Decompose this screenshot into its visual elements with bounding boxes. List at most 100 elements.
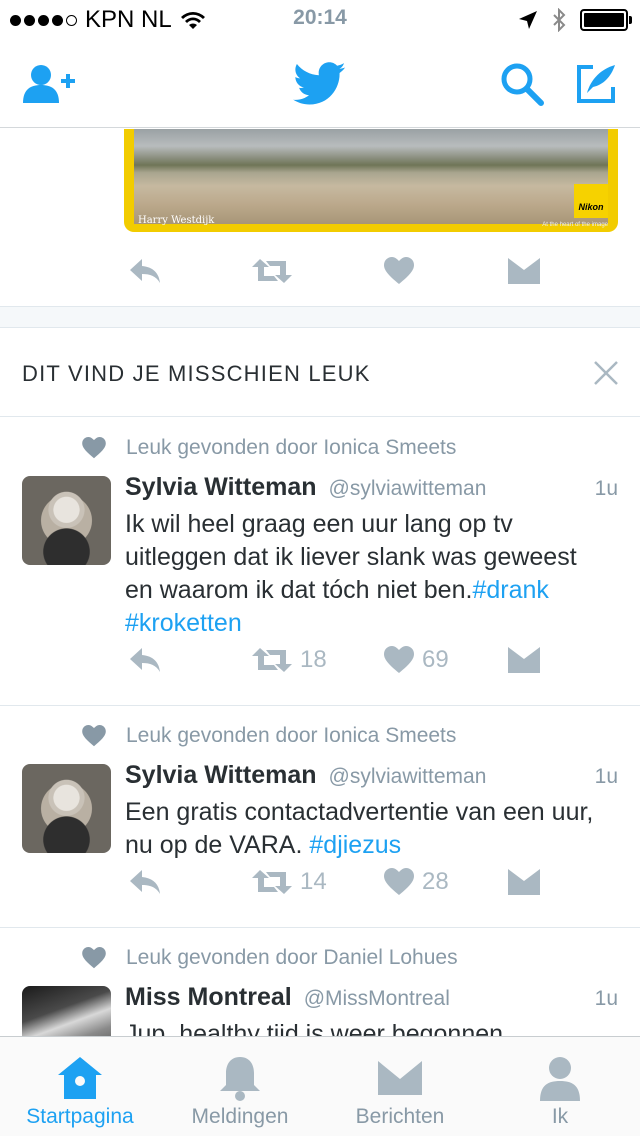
reply-button[interactable]	[128, 862, 162, 902]
twitter-bird-icon	[293, 62, 346, 105]
twitter-logo[interactable]	[292, 58, 348, 110]
envelope-icon	[508, 647, 540, 673]
nikon-logo: Nikon	[574, 184, 608, 218]
reply-button[interactable]	[128, 251, 162, 291]
home-icon	[58, 1057, 102, 1099]
direct-message-button[interactable]	[508, 251, 540, 291]
author-name[interactable]: Sylvia Witteman	[125, 761, 317, 790]
tab-label: Ik	[551, 1105, 569, 1128]
reply-icon	[130, 259, 160, 283]
tab-me[interactable]: Ik	[480, 1037, 640, 1136]
add-user-icon	[23, 65, 75, 103]
envelope-icon	[508, 258, 540, 284]
retweet-icon	[252, 648, 292, 672]
retweet-icon	[252, 259, 292, 283]
like-button[interactable]: 28	[384, 862, 449, 902]
tab-label: Meldingen	[191, 1105, 289, 1128]
location-arrow-icon	[519, 11, 537, 29]
retweet-count: 18	[300, 646, 327, 673]
tweet-actions	[124, 251, 564, 291]
tweet-actions: 14 28	[124, 862, 564, 902]
liked-by-text: Leuk gevonden door Ionica Smeets	[126, 724, 457, 747]
tweet-text: Een gratis contactadvertentie van een uu…	[125, 796, 605, 862]
tweet-header: Miss Montreal @MissMontreal 1u	[125, 983, 618, 1012]
nikon-tagline: At the heart of the image	[542, 222, 608, 228]
battery-icon	[580, 9, 632, 31]
reply-button[interactable]	[128, 640, 162, 680]
status-right	[518, 8, 632, 32]
envelope-icon	[508, 869, 540, 895]
hashtag-link[interactable]: #djiezus	[309, 831, 401, 859]
avatar[interactable]	[22, 476, 111, 565]
author-name[interactable]: Sylvia Witteman	[125, 473, 317, 502]
tweet-text: Ik wil heel graag een uur lang op tv uit…	[125, 508, 605, 640]
direct-message-button[interactable]	[508, 640, 540, 680]
reply-icon	[130, 870, 160, 894]
direct-message-button[interactable]	[508, 862, 540, 902]
avatar[interactable]	[22, 986, 111, 1036]
liked-by-text: Leuk gevonden door Ionica Smeets	[126, 436, 457, 459]
bell-icon	[220, 1057, 260, 1101]
tweet-card[interactable]: Leuk gevonden door Ionica Smeets Sylvia …	[0, 418, 640, 706]
avatar[interactable]	[22, 764, 111, 853]
tweet-timestamp: 1u	[594, 477, 618, 500]
status-bar: KPN NL 20:14	[0, 0, 640, 40]
heart-icon	[82, 437, 106, 459]
tweet-actions: 18 69	[124, 640, 564, 680]
like-count: 28	[422, 868, 449, 895]
retweet-icon	[252, 870, 292, 894]
tab-home[interactable]: Startpagina	[0, 1037, 160, 1136]
media-caption: Harry Westdijk	[138, 215, 215, 226]
section-divider	[0, 306, 640, 328]
reply-icon	[130, 648, 160, 672]
liked-by-context: Leuk gevonden door Daniel Lohues	[82, 946, 458, 970]
search-icon	[501, 63, 544, 106]
retweet-button[interactable]	[252, 251, 292, 291]
compose-tweet-button[interactable]	[568, 58, 624, 110]
tab-messages[interactable]: Berichten	[320, 1037, 480, 1136]
author-handle[interactable]: @sylviawitteman	[329, 765, 487, 789]
heart-icon	[384, 257, 414, 284]
add-user-button[interactable]	[22, 58, 78, 110]
heart-icon	[384, 868, 414, 895]
tweet-media-image[interactable]: Harry Westdijk Nikon At the heart of the…	[124, 129, 618, 232]
author-name[interactable]: Miss Montreal	[125, 983, 292, 1012]
like-button[interactable]: 69	[384, 640, 449, 680]
heart-icon	[82, 725, 106, 747]
retweet-button[interactable]: 14	[252, 862, 327, 902]
tweet-timestamp: 1u	[594, 765, 618, 788]
author-handle[interactable]: @sylviawitteman	[329, 477, 487, 501]
heart-icon	[384, 646, 414, 673]
tweet-card[interactable]: Leuk gevonden door Daniel Lohues Miss Mo…	[0, 928, 640, 1036]
tab-label: Startpagina	[26, 1105, 134, 1128]
liked-by-context: Leuk gevonden door Ionica Smeets	[82, 436, 456, 460]
timeline-feed[interactable]: Harry Westdijk Nikon At the heart of the…	[0, 129, 640, 1036]
like-button[interactable]	[384, 251, 414, 291]
liked-by-text: Leuk gevonden door Daniel Lohues	[126, 946, 458, 969]
author-handle[interactable]: @MissMontreal	[304, 987, 450, 1011]
tweet-card[interactable]: Leuk gevonden door Ionica Smeets Sylvia …	[0, 706, 640, 928]
suggestions-title: DIT VIND JE MISSCHIEN LEUK	[22, 361, 371, 386]
tweet-header: Sylvia Witteman @sylviawitteman 1u	[125, 761, 618, 790]
envelope-icon	[378, 1061, 422, 1095]
retweet-count: 14	[300, 868, 327, 895]
tab-label: Berichten	[355, 1105, 445, 1128]
heart-icon	[82, 947, 106, 969]
tweet-text: Jup, healthy tijd is weer begonnen.	[125, 1018, 605, 1036]
tweet-body: Jup, healthy tijd is weer begonnen.	[125, 1020, 510, 1036]
retweet-button[interactable]: 18	[252, 640, 327, 680]
tweet-timestamp: 1u	[594, 987, 618, 1010]
liked-by-context: Leuk gevonden door Ionica Smeets	[82, 724, 456, 748]
tweet-header: Sylvia Witteman @sylviawitteman 1u	[125, 473, 618, 502]
tab-notifications[interactable]: Meldingen	[160, 1037, 320, 1136]
compose-icon	[577, 65, 615, 103]
photo	[134, 129, 608, 224]
bluetooth-icon	[553, 8, 566, 32]
person-icon	[540, 1057, 580, 1101]
search-button[interactable]	[494, 58, 550, 110]
dismiss-suggestions-button[interactable]	[592, 359, 620, 387]
like-count: 69	[422, 646, 449, 673]
top-nav-bar	[0, 40, 640, 128]
suggestions-header: DIT VIND JE MISSCHIEN LEUK	[0, 329, 640, 417]
bottom-tab-bar: Startpagina Meldingen Berichten Ik	[0, 1036, 640, 1136]
